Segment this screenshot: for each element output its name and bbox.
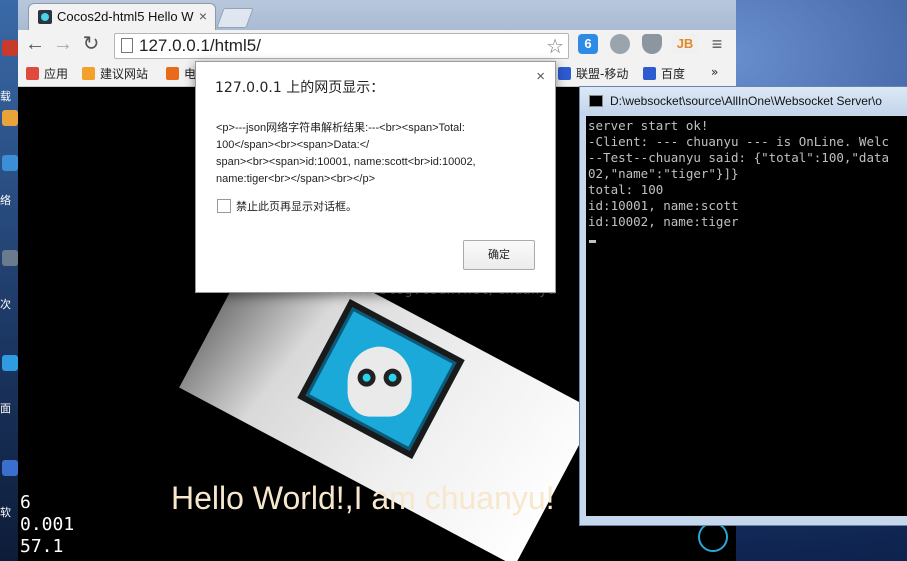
console-line: 02,"name":"tiger"}]} (588, 166, 739, 181)
hello-world-label: Hello World!,I am chuanyu! (171, 480, 555, 516)
paw-icon (643, 67, 656, 80)
jb-extension-icon[interactable]: JB (672, 34, 698, 54)
desktop-app-icon[interactable] (2, 460, 18, 476)
console-line: --Test--chuanyu said: {"total":100,"data (588, 150, 890, 165)
browser-tab[interactable]: Cocos2d-html5 Hello W × (28, 3, 216, 31)
url-text: 127.0.0.1/html5/ (139, 36, 261, 55)
bookmark-icon (166, 67, 179, 80)
bookmark-label: 联盟-移动 (576, 67, 629, 81)
desktop-icon-label: 载 (0, 90, 11, 103)
globe-extension-icon[interactable] (610, 34, 630, 54)
desktop-app-icon[interactable] (2, 250, 18, 266)
desktop-app-icon[interactable] (2, 355, 18, 371)
desktop-icon-label: 次 (0, 298, 11, 311)
apps-grid-icon (26, 67, 39, 80)
cocos-favicon-icon (38, 10, 52, 24)
console-line: total: 100 (588, 182, 664, 197)
desktop-icon-strip: 载 络 次 面 软 (0, 0, 20, 561)
console-line: id:10001, name:scott (588, 198, 739, 213)
console-output[interactable]: server start ok! -Client: --- chuanyu --… (586, 116, 907, 516)
console-cursor (589, 240, 596, 243)
forward-arrow-icon[interactable]: → (52, 33, 74, 55)
frame-time-stat: 0.001 (20, 514, 75, 535)
desktop-app-icon[interactable] (2, 110, 18, 126)
address-bar[interactable]: 127.0.0.1/html5/ ☆ (114, 33, 569, 59)
bookmark-union-mobile[interactable]: 联盟-移动 (558, 65, 628, 82)
mascot-eye (383, 368, 402, 387)
suggested-sites-icon (82, 67, 95, 80)
bookmark-suggested-sites[interactable]: 建议网站 (82, 65, 148, 82)
console-icon (589, 95, 603, 107)
paw-icon (558, 67, 571, 80)
dialog-message: <p>---json网络字符串解析结果:---<br><span>Total: … (216, 122, 476, 185)
desktop-icon-label: 软 (0, 506, 11, 519)
tab-title: Cocos2d-html5 Hello W (57, 9, 194, 24)
suppress-dialogs-label[interactable]: 禁止此页再显示对话框。 (236, 198, 357, 214)
bookmark-label: 建议网站 (100, 67, 149, 81)
bookmarks-overflow-button[interactable]: » (711, 65, 718, 79)
fps-stat: 57.1 (20, 536, 64, 557)
bookmark-item[interactable]: 电 (166, 65, 196, 82)
dialog-close-icon[interactable]: × (536, 68, 545, 85)
console-line: id:10002, name:tiger (588, 214, 739, 229)
browser-toolbar: ← → ↻ 127.0.0.1/html5/ ☆ 6 JB ≡ (18, 30, 736, 61)
tab-strip: Cocos2d-html5 Hello W × (18, 0, 736, 31)
suppress-dialogs-checkbox[interactable] (217, 199, 231, 213)
bookmark-baidu[interactable]: 百度 (643, 65, 685, 82)
tab-close-icon[interactable]: × (199, 8, 207, 24)
back-arrow-icon[interactable]: ← (24, 33, 46, 55)
mascot-face (347, 346, 412, 417)
shield-extension-icon[interactable] (642, 34, 662, 54)
desktop-app-icon[interactable] (2, 40, 18, 56)
draw-calls-stat: 6 (20, 492, 31, 513)
alert-dialog: 127.0.0.1 上的网页显示： × <p>---json网络字符串解析结果:… (195, 61, 556, 293)
ok-button[interactable]: 确定 (463, 240, 535, 270)
desktop-app-icon[interactable] (2, 155, 18, 171)
power-icon[interactable] (698, 522, 728, 552)
dialog-title: 127.0.0.1 上的网页显示： (215, 80, 385, 96)
mascot-eye (357, 368, 376, 387)
new-tab-button[interactable] (216, 8, 254, 28)
reload-icon[interactable]: ↻ (80, 33, 102, 55)
console-titlebar[interactable]: D:\websocket\source\AllInOne\Websocket S… (580, 87, 907, 115)
bookmark-label: 应用 (44, 67, 69, 81)
menu-icon[interactable]: ≡ (706, 33, 728, 55)
desktop-icon-label: 络 (0, 194, 11, 207)
bookmark-star-icon[interactable]: ☆ (546, 34, 564, 59)
page-icon (121, 38, 133, 53)
console-line: server start ok! (588, 118, 709, 133)
console-window: D:\websocket\source\AllInOne\Websocket S… (579, 86, 907, 526)
console-line: -Client: --- chuanyu --- is OnLine. Welc (588, 134, 890, 149)
console-title: D:\websocket\source\AllInOne\Websocket S… (610, 94, 882, 108)
bookmark-label: 百度 (661, 67, 686, 81)
bookmark-apps[interactable]: 应用 (26, 65, 68, 82)
extension-6-icon[interactable]: 6 (578, 34, 598, 54)
desktop-icon-label: 面 (0, 402, 11, 415)
